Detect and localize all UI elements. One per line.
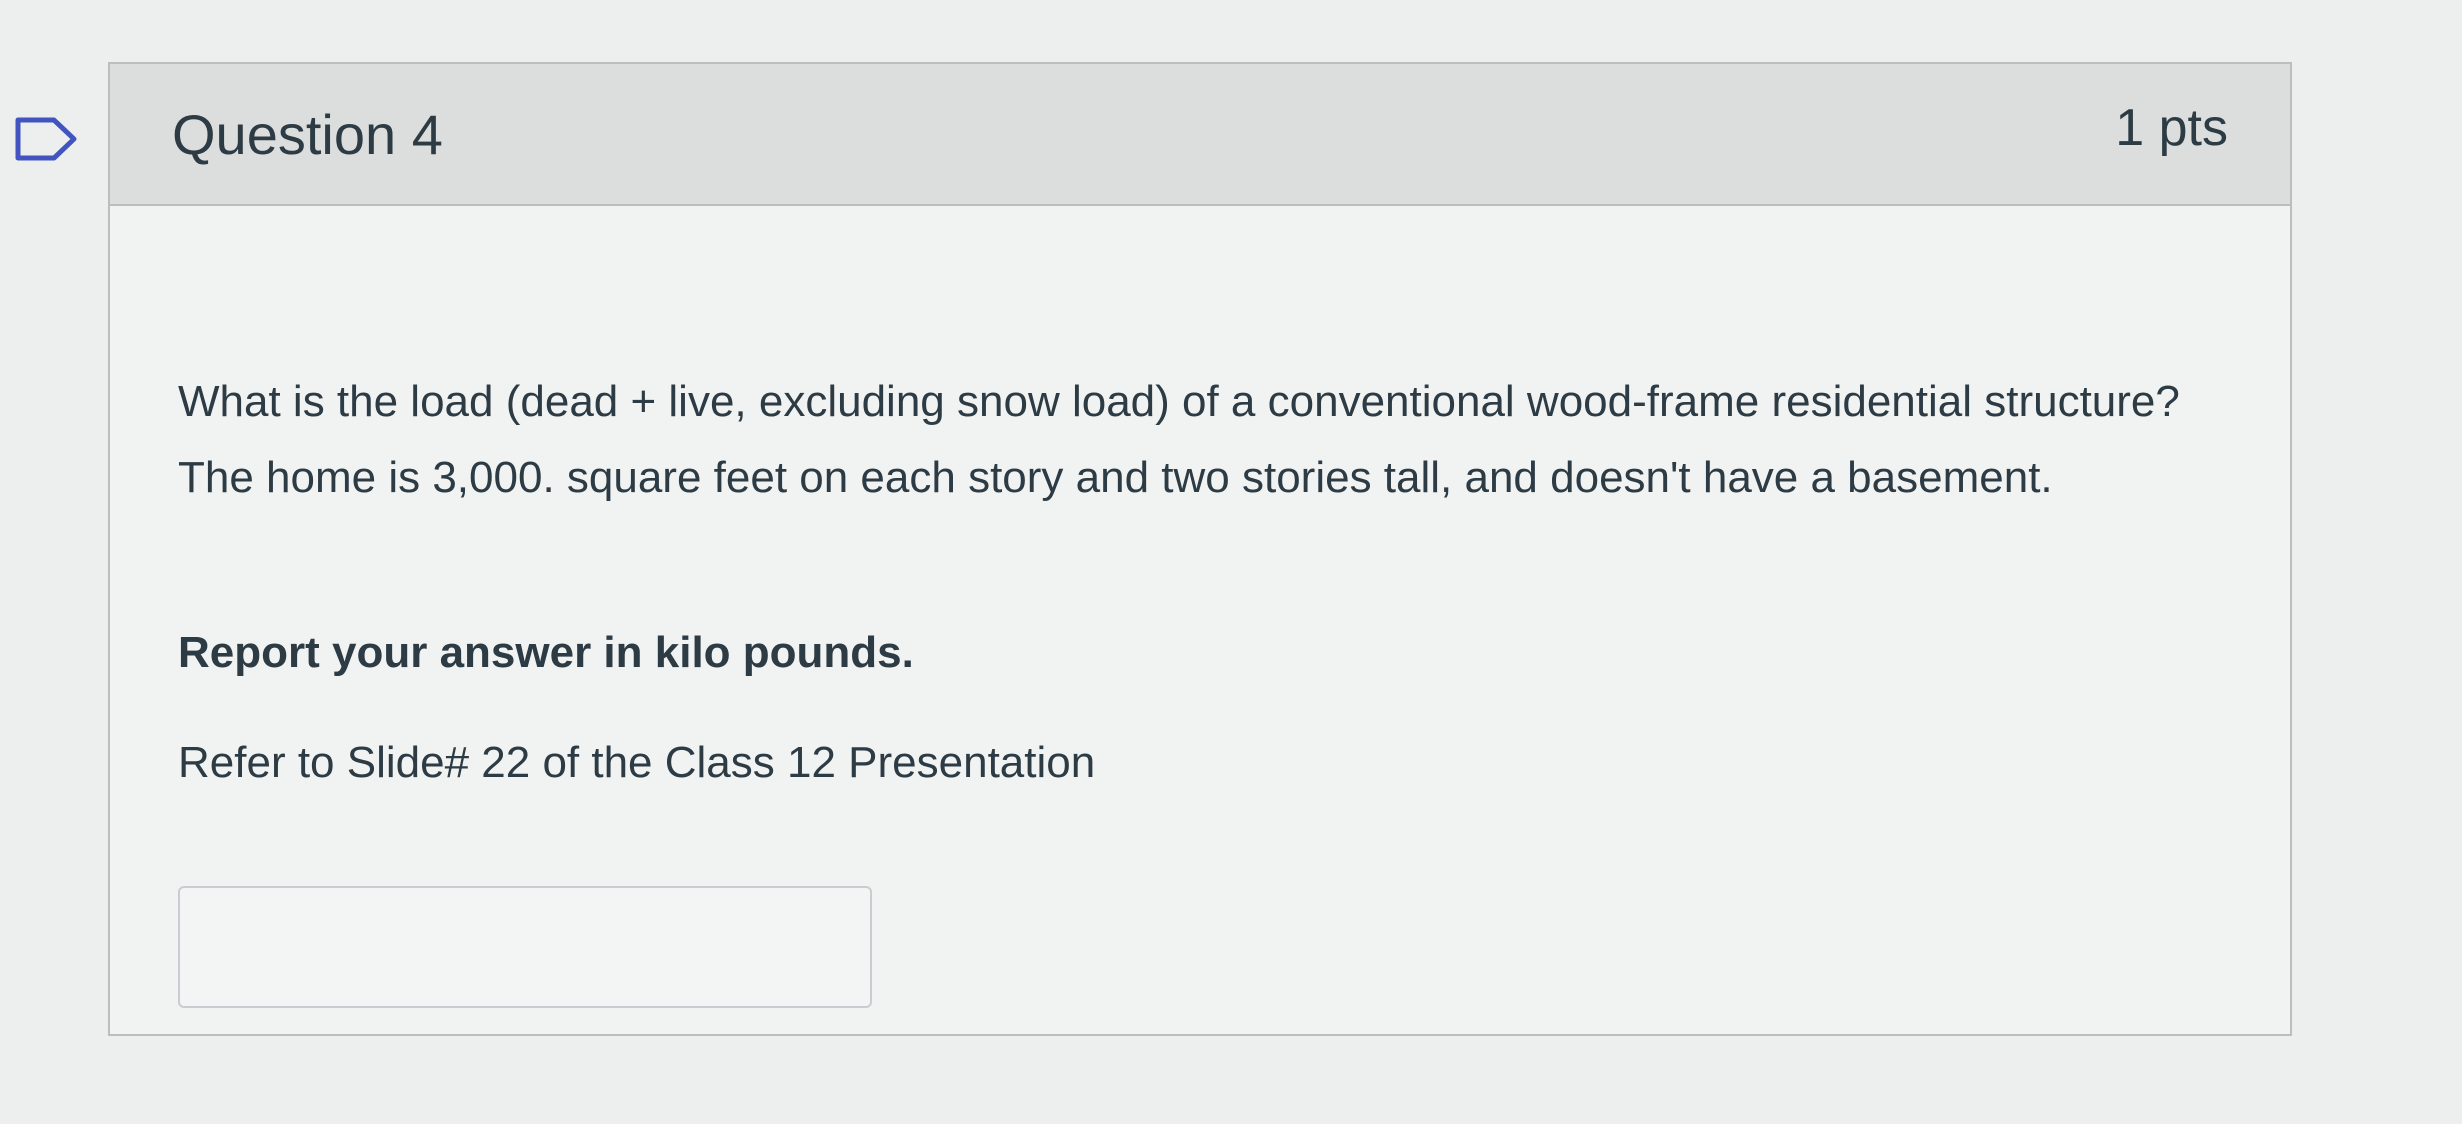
- question-reference: Refer to Slide# 22 of the Class 12 Prese…: [178, 738, 1096, 787]
- question-points: 1 pts: [2115, 99, 2228, 157]
- question-card: Question 4 1 pts What is the load (dead …: [108, 62, 2292, 1036]
- answer-input[interactable]: [178, 886, 872, 1008]
- question-text: What is the load (dead + live, excluding…: [178, 377, 2180, 502]
- question-instruction: Report your answer in kilo pounds.: [178, 628, 914, 677]
- flag-question-icon[interactable]: [14, 116, 80, 162]
- question-header: Question 4 1 pts: [110, 64, 2290, 206]
- question-title: Question 4: [172, 103, 443, 166]
